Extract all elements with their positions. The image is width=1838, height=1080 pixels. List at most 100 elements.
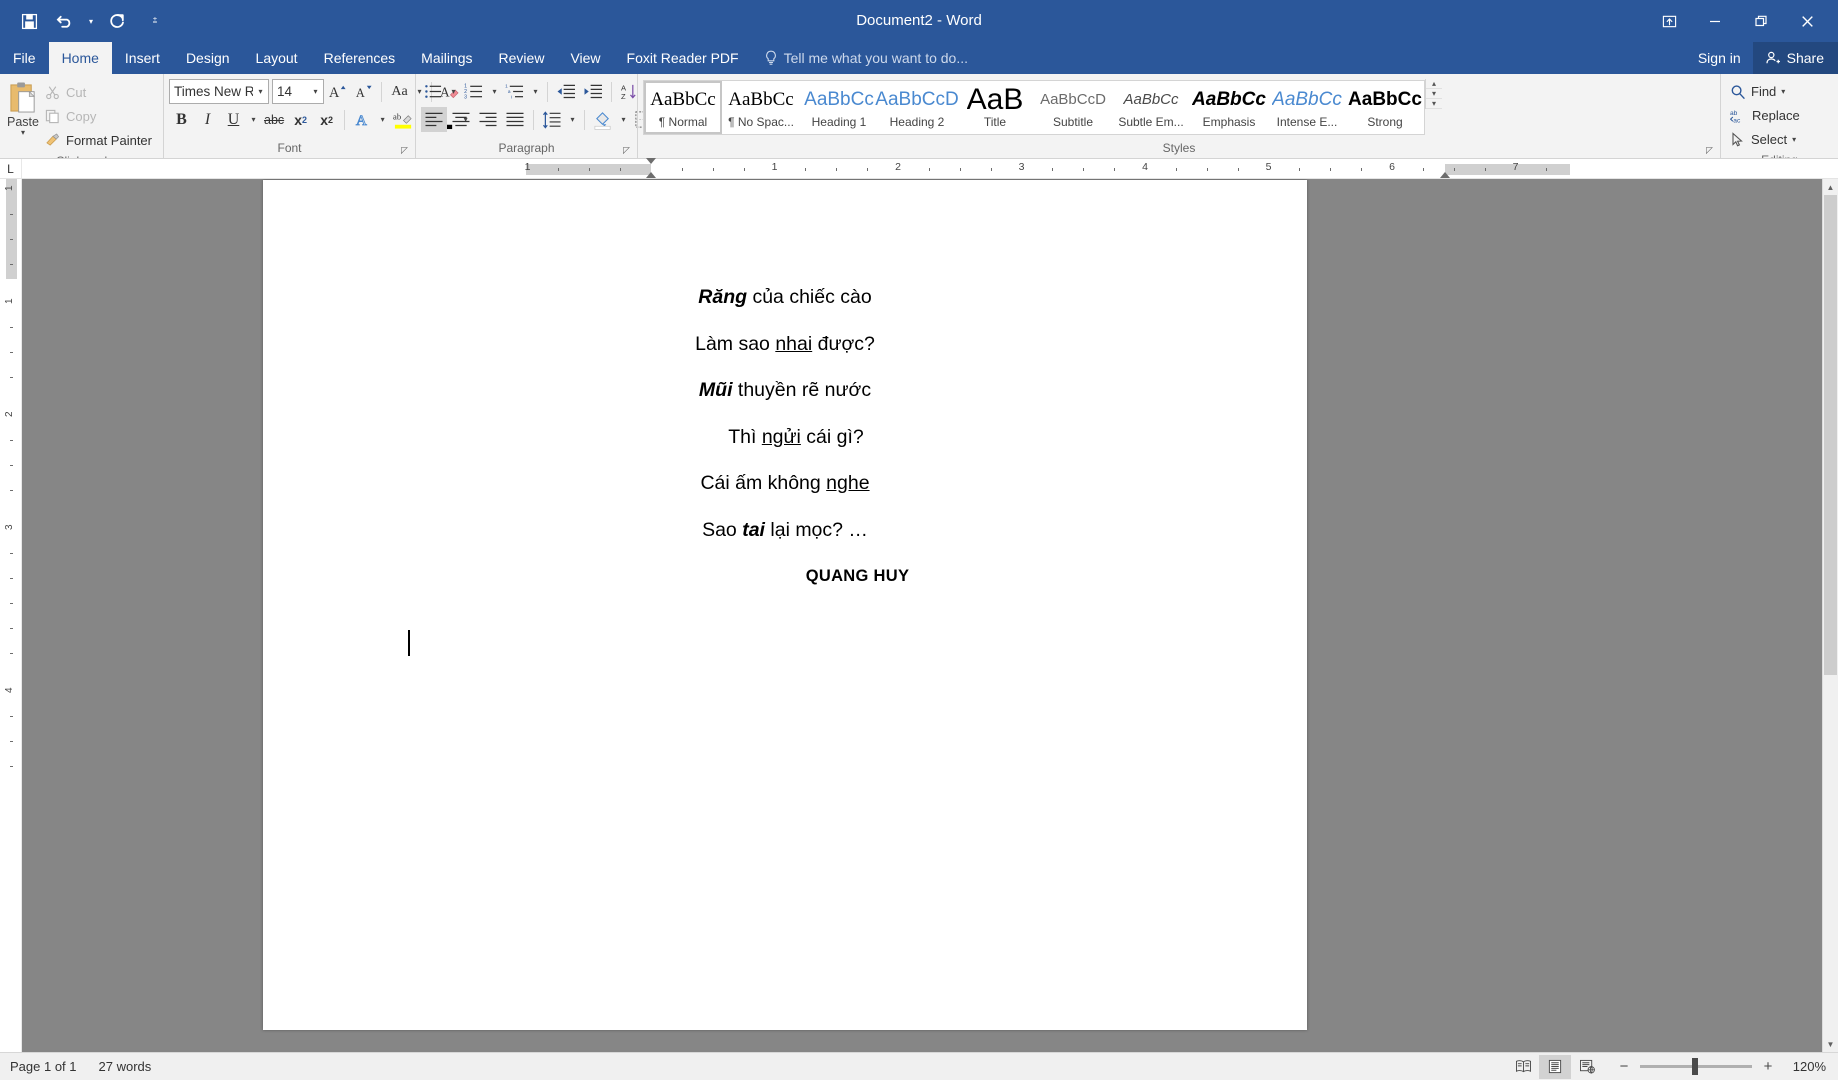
underline-dropdown-icon[interactable]: ▾	[247, 107, 260, 132]
font-dialog-launcher[interactable]: ◸	[399, 145, 410, 156]
style-item-no-spac[interactable]: AaBbCc ¶ No Spac...	[722, 81, 800, 134]
zoom-in-button[interactable]: +	[1761, 1058, 1775, 1075]
document-line[interactable]: Thì ngửi cái gì?	[263, 427, 1307, 448]
align-left-icon[interactable]	[421, 107, 447, 132]
zoom-out-button[interactable]: −	[1617, 1058, 1631, 1075]
close-icon[interactable]	[1784, 4, 1830, 38]
align-right-icon[interactable]	[475, 107, 501, 132]
numbering-icon[interactable]: 1 2 3	[461, 79, 487, 104]
restore-icon[interactable]	[1738, 4, 1784, 38]
style-item-normal[interactable]: AaBbCc ¶ Normal	[644, 81, 722, 134]
tab-design[interactable]: Design	[173, 42, 243, 74]
tab-mailings[interactable]: Mailings	[408, 42, 485, 74]
underline-icon[interactable]: U	[221, 107, 246, 132]
page-indicator[interactable]: Page 1 of 1	[10, 1059, 77, 1074]
document-line[interactable]: Cái ấm không nghe	[263, 473, 1307, 494]
save-icon[interactable]	[12, 6, 46, 36]
tab-file[interactable]: File	[0, 42, 49, 74]
styles-scroll-down-icon[interactable]: ▾	[1426, 89, 1442, 99]
tab-home[interactable]: Home	[48, 42, 112, 74]
style-item-subtitle[interactable]: AaBbCcD Subtitle	[1034, 81, 1112, 134]
document-text-body[interactable]: Răng của chiếc cào Làm sao nhai được? Mũi …	[263, 180, 1307, 540]
styles-scroll-up-icon[interactable]: ▴	[1426, 79, 1442, 89]
line-spacing-dropdown-icon[interactable]: ▾	[566, 107, 579, 132]
tab-stop-selector[interactable]: L	[0, 159, 22, 178]
horizontal-ruler[interactable]: 1 1 2 3 4 5 6 7	[22, 158, 1838, 178]
font-name-dropdown-icon[interactable]: ▾	[253, 87, 268, 96]
multilevel-list-icon[interactable]: 1 a i	[502, 79, 528, 104]
document-line[interactable]: Sao tai lại mọc? …	[263, 520, 1307, 541]
hanging-indent-marker[interactable]	[646, 172, 656, 178]
style-item-intense-e[interactable]: AaBbCc Intense E...	[1268, 81, 1346, 134]
document-line[interactable]: Răng của chiếc cào	[263, 287, 1307, 308]
right-indent-marker[interactable]	[1440, 172, 1450, 178]
style-item-strong[interactable]: AaBbCc Strong	[1346, 81, 1424, 134]
tell-me-box[interactable]: Tell me what you want to do...	[752, 42, 980, 74]
strikethrough-icon[interactable]: abc	[261, 107, 287, 132]
sign-in-button[interactable]: Sign in	[1686, 42, 1753, 74]
paste-button[interactable]: Paste ▾	[5, 79, 41, 137]
styles-dialog-launcher[interactable]: ◸	[1704, 145, 1715, 156]
find-dropdown-icon[interactable]: ▾	[1781, 87, 1785, 96]
tab-references[interactable]: References	[311, 42, 409, 74]
multilevel-list-dropdown-icon[interactable]: ▾	[529, 79, 542, 104]
style-item-subtle-em[interactable]: AaBbCc Subtle Em...	[1112, 81, 1190, 134]
line-spacing-icon[interactable]	[539, 107, 565, 132]
grow-font-icon[interactable]: A	[325, 79, 350, 104]
superscript-icon[interactable]: x2	[314, 107, 339, 132]
replace-button[interactable]: ab ac Replace	[1726, 104, 1804, 127]
zoom-slider[interactable]	[1640, 1058, 1752, 1075]
numbering-dropdown-icon[interactable]: ▾	[488, 79, 501, 104]
scroll-thumb[interactable]	[1824, 195, 1837, 675]
text-effects-dropdown-icon[interactable]: ▾	[376, 107, 389, 132]
format-painter-button[interactable]: Format Painter	[41, 129, 158, 152]
styles-scrollbar[interactable]: ▴ ▾ ▾	[1425, 79, 1442, 109]
print-layout-button[interactable]	[1539, 1054, 1571, 1079]
web-layout-button[interactable]	[1571, 1055, 1603, 1079]
tab-review[interactable]: Review	[486, 42, 558, 74]
document-page[interactable]: Răng của chiếc cào Làm sao nhai được? Mũi …	[263, 180, 1307, 1030]
document-line[interactable]: Làm sao nhai được?	[263, 334, 1307, 355]
justify-icon[interactable]	[502, 107, 528, 132]
bullets-dropdown-icon[interactable]: ▾	[447, 79, 460, 104]
increase-indent-icon[interactable]	[580, 79, 606, 104]
redo-icon[interactable]	[100, 6, 134, 36]
scroll-track[interactable]	[1823, 195, 1838, 1036]
minimize-icon[interactable]	[1692, 4, 1738, 38]
scroll-up-icon[interactable]: ▲	[1823, 179, 1838, 195]
style-item-heading-1[interactable]: AaBbCc Heading 1	[800, 81, 878, 134]
paragraph-dialog-launcher[interactable]: ◸	[621, 145, 632, 156]
styles-more-icon[interactable]: ▾	[1426, 99, 1442, 109]
find-button[interactable]: Find ▾	[1726, 80, 1804, 103]
share-button[interactable]: Share	[1752, 42, 1838, 74]
right-margin-area[interactable]	[1445, 164, 1570, 175]
italic-icon[interactable]: I	[195, 107, 220, 132]
vertical-ruler[interactable]: 1 1 2 3 4	[0, 179, 22, 1052]
tab-view[interactable]: View	[557, 42, 613, 74]
ribbon-display-options-icon[interactable]	[1646, 4, 1692, 38]
style-item-title[interactable]: AaB Title	[956, 81, 1034, 134]
shading-dropdown-icon[interactable]: ▾	[617, 107, 630, 132]
font-size-combo[interactable]: 14 ▾	[272, 79, 324, 104]
tab-insert[interactable]: Insert	[112, 42, 173, 74]
tab-foxit-reader-pdf[interactable]: Foxit Reader PDF	[614, 42, 752, 74]
first-line-indent-marker[interactable]	[646, 158, 656, 164]
align-center-icon[interactable]	[448, 107, 474, 132]
undo-icon[interactable]	[48, 6, 82, 36]
style-item-heading-2[interactable]: AaBbCcD Heading 2	[875, 81, 958, 134]
change-case-icon[interactable]: Aa	[387, 79, 412, 104]
styles-gallery[interactable]: AaBbCc ¶ Normal AaBbCc ¶ No Spac... AaBbCc He…	[643, 80, 1425, 135]
read-mode-button[interactable]	[1507, 1055, 1539, 1079]
select-dropdown-icon[interactable]: ▾	[1792, 135, 1796, 144]
copy-button[interactable]: Copy	[41, 105, 158, 128]
bold-icon[interactable]: B	[169, 107, 194, 132]
shrink-font-icon[interactable]: A	[351, 79, 376, 104]
font-size-dropdown-icon[interactable]: ▾	[308, 87, 323, 96]
bullets-icon[interactable]	[421, 79, 446, 104]
select-button[interactable]: Select ▾	[1726, 128, 1804, 151]
style-item-emphasis[interactable]: AaBbCc Emphasis	[1190, 81, 1268, 134]
zoom-level[interactable]: 120%	[1784, 1059, 1826, 1074]
customize-quick-access-toolbar-icon[interactable]: ⩲	[148, 6, 162, 36]
text-effects-icon[interactable]: A	[350, 107, 375, 132]
subscript-icon[interactable]: x2	[288, 107, 313, 132]
